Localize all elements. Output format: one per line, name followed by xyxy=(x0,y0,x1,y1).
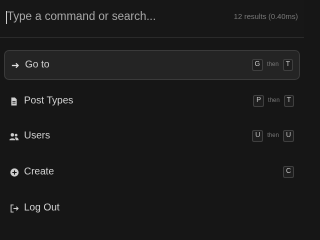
users-icon xyxy=(9,131,19,141)
results-count: 12 results (0.40ms) xyxy=(233,12,298,21)
command-search-input[interactable] xyxy=(7,9,207,25)
command-label: Users xyxy=(24,130,51,142)
document-icon xyxy=(9,96,19,106)
shortcut-hint: P then T xyxy=(253,95,294,107)
plus-circle-icon xyxy=(9,167,19,177)
shortcut-key: T xyxy=(283,95,294,107)
command-label: Go to xyxy=(25,59,50,71)
shortcut-key: U xyxy=(252,130,264,142)
shortcut-key: G xyxy=(251,59,264,71)
shortcut-key: P xyxy=(253,95,265,107)
command-item-post-types[interactable]: Post Types P then T xyxy=(4,86,300,116)
shortcut-key: C xyxy=(282,166,294,178)
shortcut-key: U xyxy=(282,130,294,142)
shortcut-hint: U then U xyxy=(252,130,294,142)
command-item-create[interactable]: Create C xyxy=(4,157,300,187)
command-item-users[interactable]: Users U then U xyxy=(4,121,300,151)
command-label: Post Types xyxy=(24,95,74,107)
command-item-go-to[interactable]: Go to G then T xyxy=(4,50,300,80)
shortcut-hint: G then T xyxy=(251,59,293,71)
shortcut-then: then xyxy=(268,98,280,104)
shortcut-hint: C xyxy=(282,166,294,178)
command-search-bar: 12 results (0.40ms) xyxy=(0,0,304,38)
command-label: Create xyxy=(24,166,55,178)
command-item-log-out[interactable]: Log Out xyxy=(4,193,300,223)
logout-icon xyxy=(9,203,19,213)
shortcut-key: T xyxy=(282,59,293,71)
shortcut-then: then xyxy=(267,62,279,68)
command-label: Log Out xyxy=(24,202,60,214)
shortcut-then: then xyxy=(267,133,279,139)
arrow-right-icon xyxy=(10,60,20,70)
